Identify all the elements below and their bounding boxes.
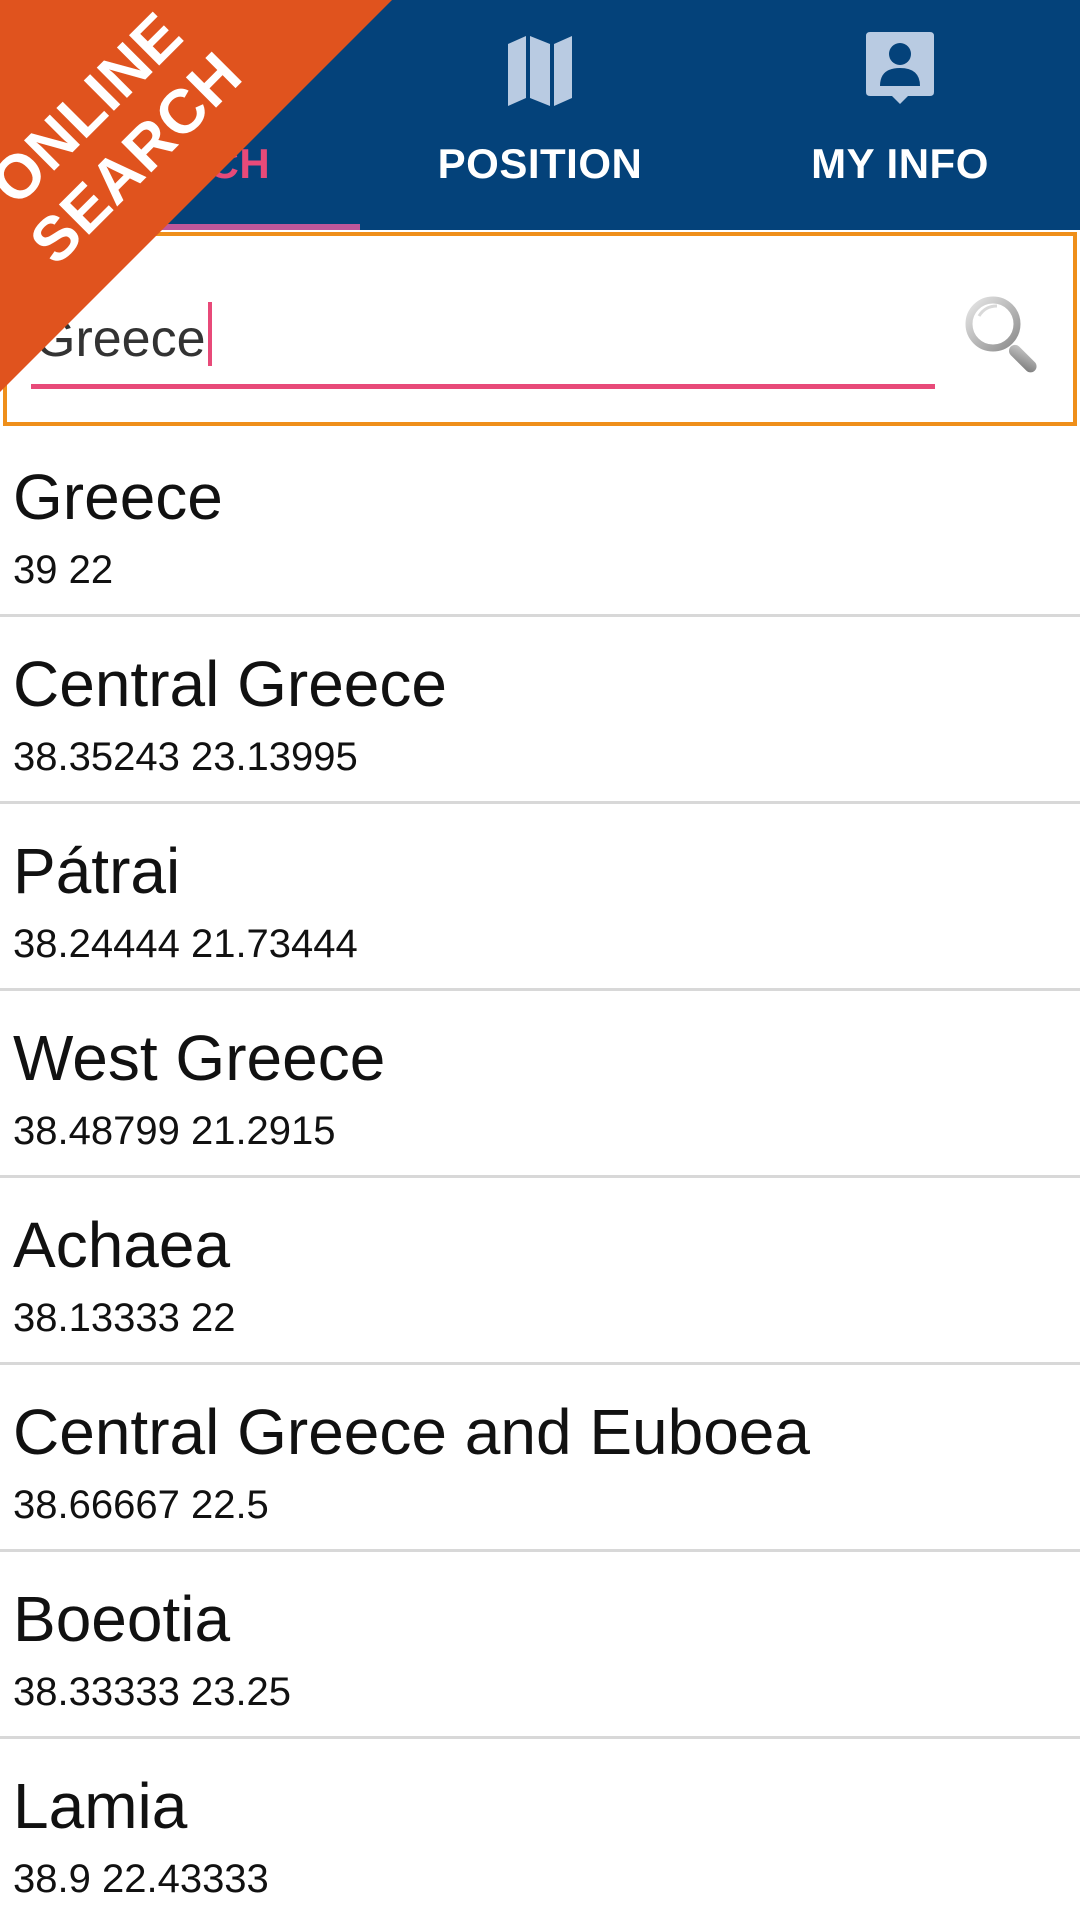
result-name: West Greece [13, 1022, 386, 1094]
list-item[interactable]: Boeotia 38.33333 23.25 [0, 1552, 1080, 1739]
search-input[interactable]: Greece [35, 302, 212, 369]
result-name: Pátrai [13, 835, 181, 907]
result-coordinates: 38.13333 22 [13, 1296, 236, 1340]
search-input-value: Greece [35, 310, 206, 368]
list-item[interactable]: Achaea 38.13333 22 [0, 1178, 1080, 1365]
results-list: Greece 39 22 Central Greece 38.35243 23.… [0, 430, 1080, 1920]
tab-label-position: POSITION [437, 140, 643, 187]
tab-search[interactable]: SEARCH [0, 0, 360, 230]
result-name: Boeotia [13, 1583, 231, 1655]
tab-bar: SEARCH POSITION MY INFO [0, 0, 1080, 230]
result-name: Central Greece and Euboea [13, 1396, 810, 1468]
list-item[interactable]: Central Greece 38.35243 23.13995 [0, 617, 1080, 804]
result-coordinates: 38.9 22.43333 [13, 1857, 269, 1901]
text-cursor [207, 302, 212, 366]
result-name: Achaea [13, 1209, 231, 1281]
list-item[interactable]: Lamia 38.9 22.43333 [0, 1739, 1080, 1920]
list-item[interactable]: Pátrai 38.24444 21.73444 [0, 804, 1080, 991]
result-coordinates: 38.33333 23.25 [13, 1670, 292, 1714]
result-name: Greece [13, 461, 223, 533]
contact-card-icon [866, 32, 934, 104]
list-item[interactable]: Greece 39 22 [0, 430, 1080, 617]
tab-label-my-info: MY INFO [811, 140, 989, 187]
active-tab-indicator [0, 224, 360, 230]
list-item[interactable]: West Greece 38.48799 21.2915 [0, 991, 1080, 1178]
tab-position[interactable]: POSITION [360, 0, 720, 230]
tab-label-search: SEARCH [89, 140, 271, 187]
search-icon [150, 36, 205, 99]
result-coordinates: 39 22 [13, 548, 114, 592]
map-icon [508, 36, 572, 106]
screen: SEARCH POSITION MY INFO Greece Greece 39… [0, 0, 1080, 1920]
result-coordinates: 38.24444 21.73444 [13, 922, 358, 966]
list-item[interactable]: Central Greece and Euboea 38.66667 22.5 [0, 1365, 1080, 1552]
result-name: Lamia [13, 1770, 188, 1842]
result-coordinates: 38.48799 21.2915 [13, 1109, 336, 1153]
search-box: Greece [3, 232, 1077, 426]
search-input-underline [31, 384, 935, 389]
tab-my-info[interactable]: MY INFO [720, 0, 1080, 230]
magnifier-icon[interactable] [959, 290, 1047, 378]
result-name: Central Greece [13, 648, 447, 720]
result-coordinates: 38.35243 23.13995 [13, 735, 358, 779]
result-coordinates: 38.66667 22.5 [13, 1483, 269, 1527]
